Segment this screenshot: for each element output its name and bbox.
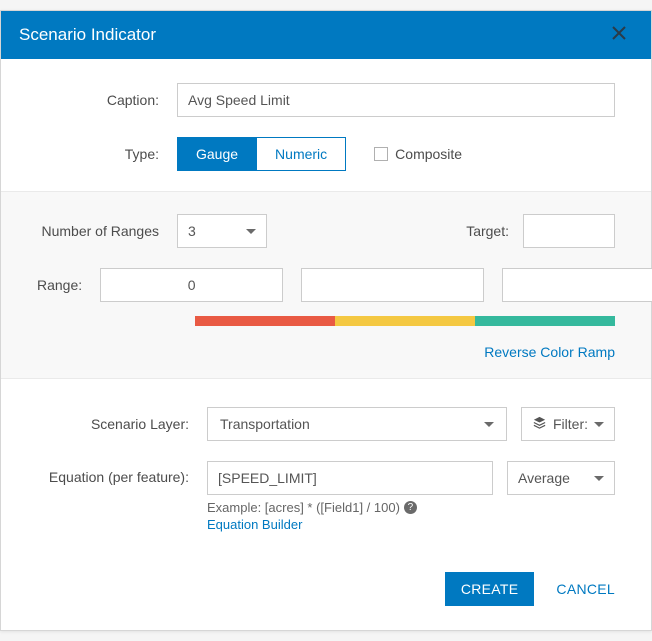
reverse-color-ramp-link[interactable]: Reverse Color Ramp: [195, 344, 615, 360]
equation-row: Equation (per feature): Example: [acres]…: [37, 461, 615, 532]
scenario-indicator-dialog: Scenario Indicator Caption: Type: Gauge …: [0, 10, 652, 631]
chevron-down-icon: [594, 422, 604, 427]
create-button[interactable]: CREATE: [445, 572, 535, 606]
target-input[interactable]: [523, 214, 615, 248]
dialog-header: Scenario Indicator: [1, 11, 651, 59]
composite-label: Composite: [395, 146, 462, 162]
caption-input[interactable]: [177, 83, 615, 117]
type-label: Type:: [37, 146, 177, 162]
target-label: Target:: [466, 223, 509, 239]
chevron-down-icon: [246, 229, 256, 234]
caption-row: Caption:: [37, 83, 615, 117]
dialog-footer: CREATE CANCEL: [1, 544, 651, 630]
ramp-segment-1: [335, 316, 475, 326]
dialog-title: Scenario Indicator: [19, 25, 156, 45]
ramp-segment-0: [195, 316, 335, 326]
type-gauge-button[interactable]: Gauge: [177, 137, 257, 171]
num-ranges-value: 3: [188, 223, 196, 239]
equation-input[interactable]: [207, 461, 493, 495]
equation-label: Equation (per feature):: [37, 461, 207, 485]
aggregation-select[interactable]: Average: [507, 461, 615, 495]
type-toggle-group: Gauge Numeric: [177, 137, 346, 171]
aggregation-value: Average: [518, 470, 570, 486]
layers-icon: [532, 415, 547, 433]
num-ranges-label: Number of Ranges: [37, 223, 177, 239]
ramp-segment-2: [475, 316, 615, 326]
scenario-layer-row: Scenario Layer: Transportation Filter:: [37, 407, 615, 441]
filter-button[interactable]: Filter:: [521, 407, 615, 441]
filter-label: Filter:: [553, 416, 588, 432]
color-ramp: [195, 316, 615, 326]
equation-example: Example: [acres] * ([Field1] / 100) ?: [207, 500, 493, 515]
num-ranges-row: Number of Ranges 3 Target:: [37, 214, 615, 248]
range-values-row: Range:: [37, 268, 615, 302]
type-numeric-button[interactable]: Numeric: [257, 137, 346, 171]
dialog-body: Caption: Type: Gauge Numeric Composite N…: [1, 59, 651, 544]
caption-label: Caption:: [37, 92, 177, 108]
range-input-2[interactable]: [502, 268, 652, 302]
equation-builder-link[interactable]: Equation Builder: [207, 517, 493, 532]
chevron-down-icon: [484, 422, 494, 427]
close-icon: [611, 25, 627, 46]
num-ranges-select[interactable]: 3: [177, 214, 267, 248]
close-button[interactable]: [605, 21, 633, 49]
composite-checkbox[interactable]: [374, 147, 388, 161]
range-input-1[interactable]: [301, 268, 484, 302]
composite-checkbox-wrap[interactable]: Composite: [374, 146, 462, 162]
scenario-layer-value: Transportation: [220, 416, 310, 432]
range-label: Range:: [37, 277, 100, 293]
type-row: Type: Gauge Numeric Composite: [37, 137, 615, 171]
range-section: Number of Ranges 3 Target: Range:: [1, 191, 651, 379]
cancel-button[interactable]: CANCEL: [556, 581, 615, 597]
range-input-0[interactable]: [100, 268, 283, 302]
scenario-layer-select[interactable]: Transportation: [207, 407, 507, 441]
chevron-down-icon: [594, 476, 604, 481]
equation-example-text: Example: [acres] * ([Field1] / 100): [207, 500, 400, 515]
scenario-layer-label: Scenario Layer:: [37, 416, 207, 432]
help-icon[interactable]: ?: [404, 501, 417, 514]
